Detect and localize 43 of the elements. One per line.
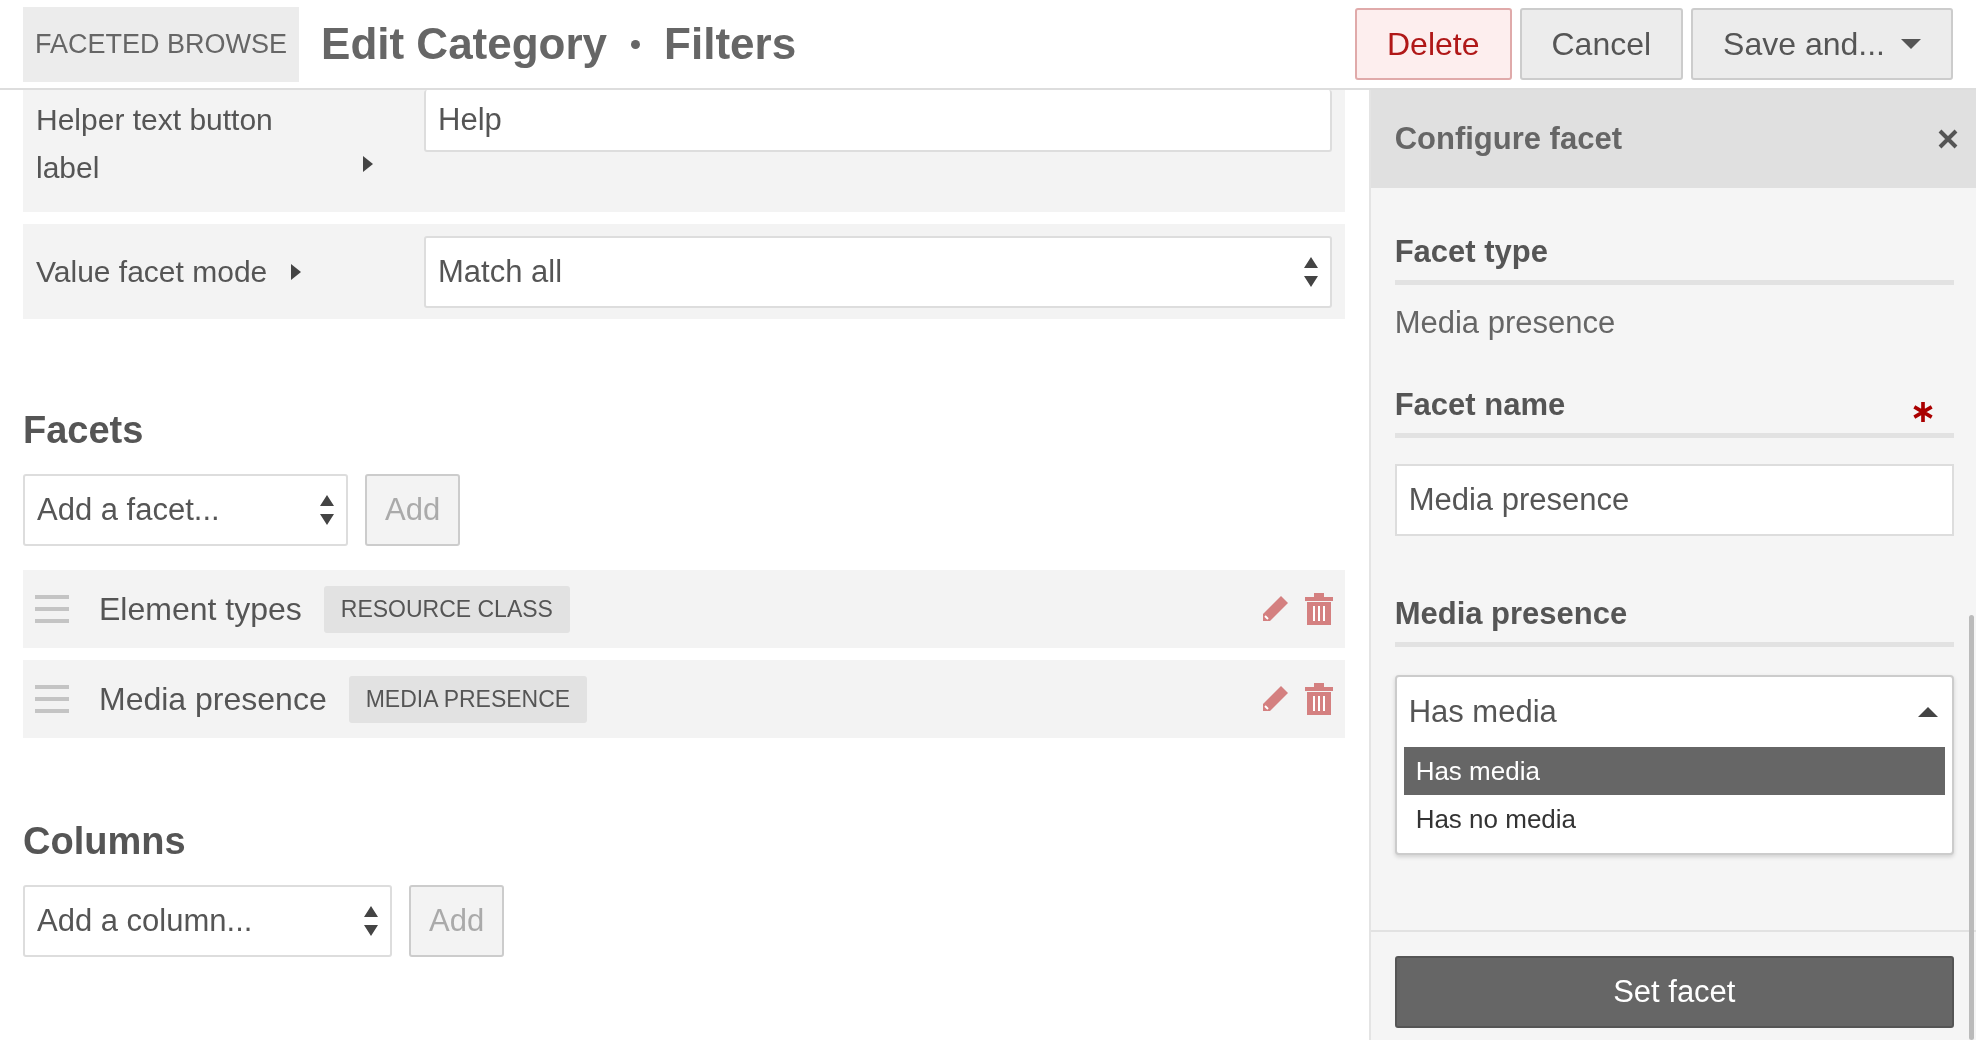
separator-dot	[631, 39, 641, 49]
close-icon[interactable]	[1938, 129, 1958, 149]
select-field[interactable]: Add a column...	[23, 885, 392, 957]
header-button[interactable]: Cancel	[1519, 8, 1684, 80]
expand-arrow-icon[interactable]	[291, 263, 302, 280]
drag-handle-icon[interactable]	[35, 685, 69, 713]
caret-icon	[1901, 39, 1921, 49]
facet-type-value: Media presence	[1394, 305, 1617, 341]
updown-arrows-icon	[320, 495, 334, 525]
setting-label: Value facet mode	[36, 253, 268, 290]
field-label: Facet name	[1394, 387, 1566, 423]
scrollbar[interactable]	[1969, 615, 1974, 1040]
set-facet-button[interactable]: Set facet	[1394, 956, 1954, 1028]
page-title: Edit Category	[321, 19, 608, 69]
dropdown-select[interactable]: Has media Has media Has no media	[1394, 675, 1954, 855]
header-button[interactable]: Save and...	[1691, 8, 1953, 80]
facet-type-tag: MEDIA PRESENCE	[348, 675, 588, 723]
dropdown-option[interactable]: Has media	[1403, 747, 1945, 795]
text-field[interactable]: Help	[424, 90, 1332, 152]
selected-value: Has media	[1408, 694, 1557, 730]
caret-icon	[1918, 707, 1938, 717]
header-button[interactable]: Delete	[1355, 8, 1512, 80]
text-field[interactable]: Media presence	[1394, 464, 1954, 536]
dropdown-option[interactable]: Has no media	[1403, 795, 1945, 843]
expand-arrow-icon[interactable]	[363, 156, 373, 172]
page-subtitle: Filters	[664, 19, 797, 69]
facet-name: Media presence	[99, 680, 327, 718]
trash-icon[interactable]	[1304, 683, 1333, 715]
setting-label: Helper text button label	[36, 103, 273, 184]
field-label: Facet type	[1394, 234, 1548, 270]
trash-icon[interactable]	[1304, 593, 1333, 625]
facet-type-tag: RESOURCE CLASS	[323, 585, 570, 633]
breadcrumb-label[interactable]: FACETED BROWSE	[23, 6, 300, 82]
drag-handle-icon[interactable]	[35, 595, 69, 623]
facet-name: Element types	[99, 590, 302, 628]
updown-arrows-icon	[1304, 256, 1318, 287]
select-field[interactable]: Add a facet...	[23, 474, 348, 546]
updown-arrows-icon	[364, 906, 378, 936]
select-field[interactable]: Match all	[424, 235, 1332, 308]
panel-title: Configure facet	[1394, 121, 1622, 157]
section-heading: Columns	[23, 820, 187, 863]
section-heading: Facets	[23, 409, 145, 452]
field-label: Media presence	[1394, 596, 1628, 632]
